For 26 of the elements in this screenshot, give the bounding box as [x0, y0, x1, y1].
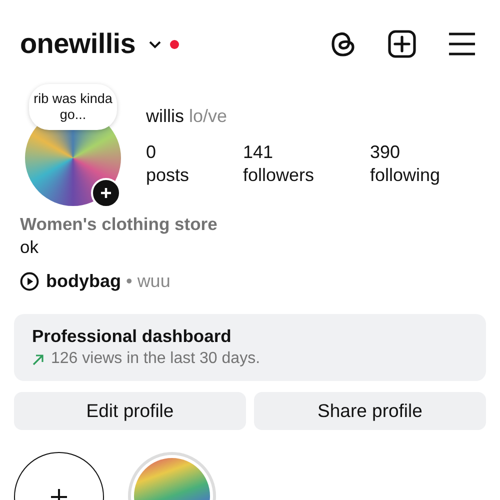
profile-button[interactable]: Share profile [254, 392, 486, 430]
threads-icon[interactable] [330, 30, 356, 58]
separator-dot: • [126, 271, 132, 292]
username[interactable]: onewillis [20, 28, 136, 60]
play-icon[interactable] [20, 272, 39, 291]
stat-label[interactable]: following [370, 164, 470, 187]
music-track[interactable]: bodybag [46, 271, 121, 292]
trend-arrow-icon [32, 352, 45, 366]
profile-button[interactable]: Edit profile [14, 392, 246, 430]
stat-count[interactable]: 390 [370, 141, 470, 164]
menu-icon[interactable] [448, 32, 476, 56]
stat-count[interactable]: 0 [146, 141, 243, 164]
dashboard-stat: 126 views in the last 30 days. [51, 350, 260, 368]
bio-text: ok [20, 237, 40, 258]
category-label: Women's clothing store [20, 214, 218, 235]
add-post-icon[interactable] [388, 30, 416, 58]
stat-count[interactable]: 141 [243, 141, 370, 164]
dashboard-card[interactable]: Professional dashboard 126 views in the last 30 days. [14, 314, 486, 381]
dashboard-title: Professional dashboard [32, 326, 232, 347]
stat-label[interactable]: posts [146, 164, 243, 187]
music-artist[interactable]: wuu [137, 271, 170, 292]
pronouns: lo/ve [189, 106, 228, 127]
display-name: willis [146, 106, 184, 127]
chevron-down-icon[interactable] [148, 40, 162, 48]
note-tooltip[interactable]: rib was kinda go... [29, 84, 117, 130]
stat-label[interactable]: followers [243, 164, 370, 187]
